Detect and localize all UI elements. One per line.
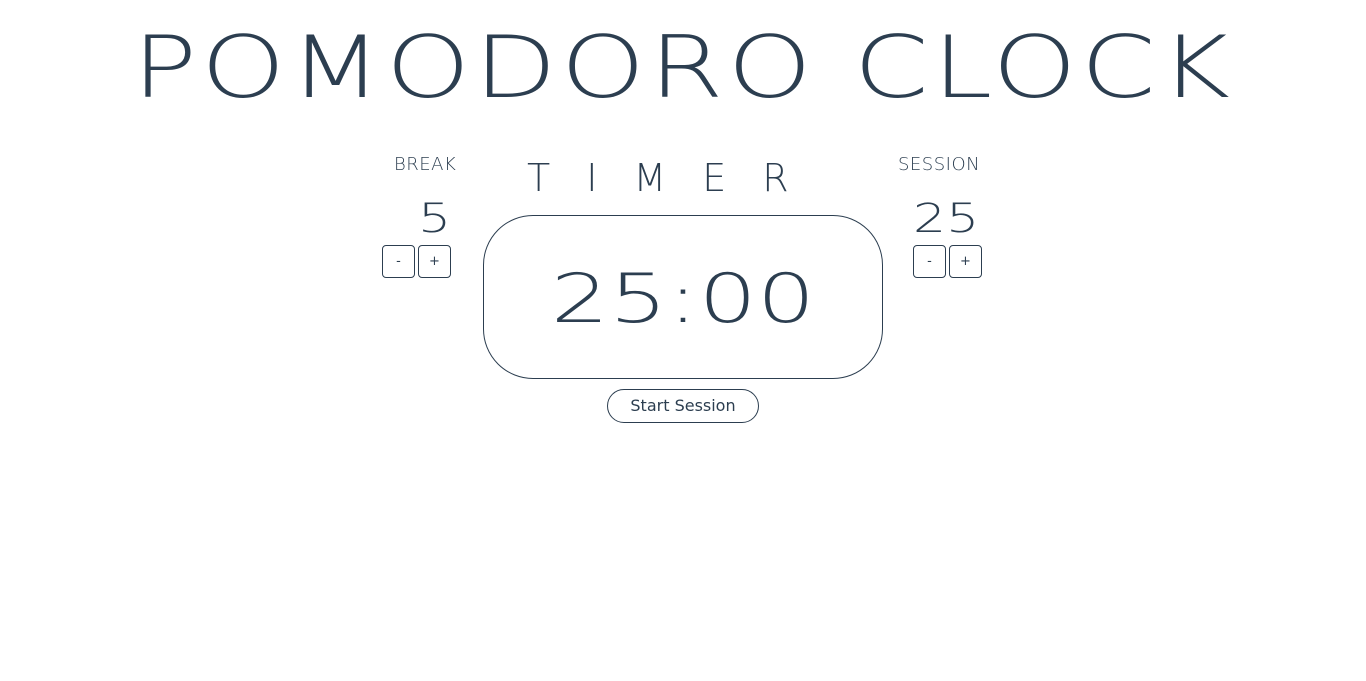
start-session-button[interactable]: Start Session [607,389,759,423]
timer-display: 25:00 [550,260,816,339]
session-increment-button[interactable]: + [949,245,982,278]
timer-label: TIMER [527,156,825,200]
session-label: SESSION [898,154,981,175]
page-title: POMODORO CLOCK [132,18,1234,118]
pomodoro-page: POMODORO CLOCK BREAK 5 - + TIMER 25:00 S… [0,0,1366,681]
session-length-value: 25 [913,196,980,242]
break-label: BREAK [394,154,457,175]
break-decrement-button[interactable]: - [382,245,415,278]
break-length-value: 5 [418,196,452,242]
session-decrement-button[interactable]: - [913,245,946,278]
timer-box: 25:00 [483,215,883,379]
